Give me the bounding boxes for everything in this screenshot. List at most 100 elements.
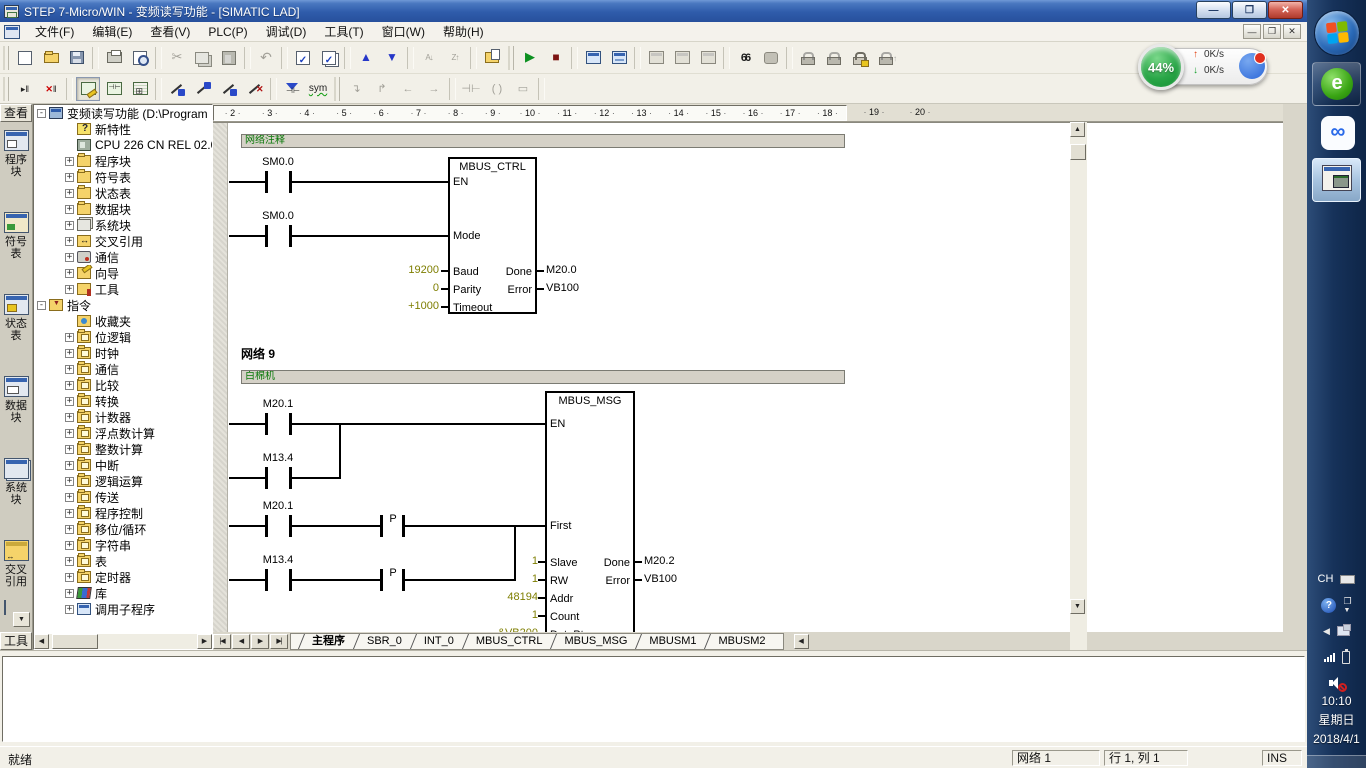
compile-all-button[interactable]: ✓ <box>317 46 341 70</box>
browser-task-button[interactable]: e <box>1312 62 1361 106</box>
contact-label[interactable]: SM0.0 <box>243 156 313 168</box>
tree-expand-icon[interactable]: + <box>65 589 74 598</box>
lock-alt-button[interactable] <box>822 46 846 70</box>
tree-item[interactable]: + 通信 <box>34 361 212 377</box>
tree-item[interactable]: + 工具 <box>34 281 212 297</box>
menu-help[interactable]: 帮助(H) <box>434 23 493 41</box>
bookmark-glasses-button[interactable]: 66 <box>733 46 757 70</box>
tree-item[interactable]: + 状态表 <box>34 185 212 201</box>
param-value[interactable]: +1000 <box>363 300 439 312</box>
tree-expand-icon[interactable]: + <box>65 413 74 422</box>
status-table-button[interactable] <box>696 46 720 70</box>
stop-button[interactable]: ■ <box>544 46 568 70</box>
tree-item[interactable]: + 逻辑运算 <box>34 473 212 489</box>
sort-descending-button[interactable]: Z↑ <box>443 46 467 70</box>
print-button[interactable] <box>102 46 126 70</box>
display-tray-icon[interactable] <box>1337 626 1350 636</box>
tree-expand-icon[interactable]: + <box>65 541 74 550</box>
tree-expand-icon[interactable]: + <box>65 493 74 502</box>
tree-item[interactable]: + 转换 <box>34 393 212 409</box>
param-value[interactable]: 48194 <box>464 591 538 603</box>
view-grid-button[interactable] <box>128 77 152 101</box>
save-button[interactable] <box>65 46 89 70</box>
run-button[interactable]: ▶ <box>518 46 542 70</box>
show-hidden-icons[interactable]: ◀ <box>1323 626 1330 637</box>
tab-sbr0[interactable]: SBR_0 <box>356 634 413 649</box>
tree-item[interactable]: 新特性 <box>34 121 212 137</box>
viewbar-item-program-block[interactable]: 程序块 <box>0 122 32 204</box>
editor-vertical-scrollbar[interactable]: ▲ ▼ <box>1070 104 1087 650</box>
tree-expand-icon[interactable]: + <box>65 525 74 534</box>
draw-line-left-button[interactable] <box>217 77 241 101</box>
netdisk-task-button[interactable]: ∞ <box>1312 114 1361 154</box>
language-indicator[interactable]: CH <box>1318 573 1334 585</box>
scroll-right-icon[interactable]: ▶ <box>197 634 212 649</box>
menu-view[interactable]: 查看(V) <box>141 23 199 41</box>
viewbar-header-tools[interactable]: 工具 <box>0 632 32 650</box>
password-lock-button[interactable] <box>848 46 872 70</box>
line-up-button[interactable]: ↱ <box>370 77 394 101</box>
tree-item[interactable]: + 数据块 <box>34 201 212 217</box>
tab-mbus-ctrl[interactable]: MBUS_CTRL <box>465 634 554 649</box>
view-lad-button[interactable] <box>76 77 100 101</box>
new-file-button[interactable] <box>13 46 37 70</box>
viewbar-item-symbol-table[interactable]: 符号表 <box>0 204 32 286</box>
tree-expand-icon[interactable]: + <box>65 253 74 262</box>
tree-expand-icon[interactable]: - <box>37 301 46 310</box>
tree-item[interactable]: + 浮点数计算 <box>34 425 212 441</box>
tree-expand-icon[interactable]: + <box>65 333 74 342</box>
tree-expand-icon[interactable]: + <box>65 189 74 198</box>
tree-item[interactable]: + 程序控制 <box>34 505 212 521</box>
tree-expand-icon[interactable]: + <box>65 285 74 294</box>
tabs-first-button[interactable]: |◀ <box>213 634 231 649</box>
line-left-button[interactable]: ← <box>396 77 420 101</box>
tree-expand-icon[interactable]: + <box>65 429 74 438</box>
tree-item[interactable]: CPU 226 CN REL 02.01 <box>34 137 212 153</box>
menu-plc[interactable]: PLC(P) <box>199 23 256 41</box>
ladder-canvas[interactable]: 网络注释 SM0.0 SM0.0 MBUS_CTRL <box>213 122 1283 632</box>
tree-expand-icon[interactable]: + <box>65 445 74 454</box>
scroll-thumb[interactable] <box>52 634 98 649</box>
output-operand[interactable]: VB100 <box>644 573 677 585</box>
tree-expand-icon[interactable]: - <box>37 109 46 118</box>
pause-status-button[interactable] <box>607 46 631 70</box>
tree-item[interactable]: + 程序块 <box>34 153 212 169</box>
scroll-thumb[interactable] <box>1070 144 1086 160</box>
pointer-button[interactable] <box>759 46 783 70</box>
tree-expand-icon[interactable]: + <box>65 157 74 166</box>
tree-expand-icon[interactable]: + <box>65 397 74 406</box>
output-operand[interactable]: VB100 <box>546 282 579 294</box>
tree-expand-icon[interactable]: + <box>65 557 74 566</box>
start-button[interactable] <box>1314 10 1360 56</box>
menu-tools[interactable]: 工具(T) <box>315 23 372 41</box>
memory-percent-ball[interactable]: 44% <box>1138 44 1184 90</box>
tree-item[interactable]: + 库 <box>34 585 212 601</box>
tree-expand-icon[interactable]: + <box>65 605 74 614</box>
tree-expand-icon[interactable]: + <box>65 205 74 214</box>
paste-button[interactable] <box>217 46 241 70</box>
tree-item[interactable]: + 时钟 <box>34 345 212 361</box>
viewbar-item-system-block[interactable]: 系统块 <box>0 450 32 532</box>
viewbar-item-status-table[interactable]: 状态表 <box>0 286 32 368</box>
tree-expand-icon[interactable] <box>65 317 74 326</box>
undo-button[interactable]: ↶ <box>254 46 278 70</box>
minimize-button[interactable]: — <box>1196 1 1231 19</box>
taskbar-clock[interactable]: 10:10 星期日 2018/4/1 <box>1307 692 1366 749</box>
volume-muted-icon[interactable] <box>1329 676 1345 690</box>
tree-expand-icon[interactable] <box>65 125 74 134</box>
line-right-button[interactable]: → <box>422 77 446 101</box>
param-value[interactable]: 1 <box>464 609 538 621</box>
tree-item[interactable]: + 调用子程序 <box>34 601 212 617</box>
output-window-content[interactable] <box>2 656 1305 742</box>
network-signal-icon[interactable] <box>1324 653 1335 662</box>
network-comment-bar[interactable]: 网络注释 <box>241 134 845 148</box>
lock-button[interactable] <box>796 46 820 70</box>
param-value[interactable]: 19200 <box>363 264 439 276</box>
tabs-prev-button[interactable]: ◀ <box>232 634 250 649</box>
menu-file[interactable]: 文件(F) <box>26 23 83 41</box>
network-title[interactable]: 网络 9 <box>241 345 275 362</box>
contact-label[interactable]: M13.4 <box>243 554 313 566</box>
param-value[interactable]: 1 <box>464 555 538 567</box>
scroll-up-icon[interactable]: ▲ <box>1070 122 1085 137</box>
tab-mbusm2[interactable]: MBUSM2 <box>707 634 776 649</box>
